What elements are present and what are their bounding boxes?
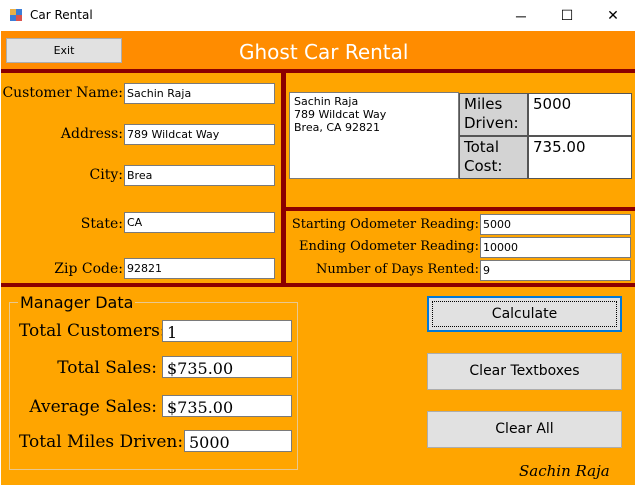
- miles-driven-label: Miles Driven:: [459, 93, 528, 136]
- total-cost-label: Total Cost:: [459, 136, 528, 179]
- total-sales-label: Total Sales:: [57, 358, 157, 378]
- clear-textboxes-button[interactable]: Clear Textboxes: [427, 353, 622, 390]
- customer-name-label: Customer Name:: [2, 85, 123, 101]
- address-label: Address:: [60, 126, 123, 142]
- calculate-button[interactable]: Calculate: [427, 296, 622, 332]
- clear-all-button[interactable]: Clear All: [427, 411, 622, 448]
- total-cost-value: 735.00: [528, 136, 632, 179]
- car-rental-window: Car Rental ─ ☐ ✕ Exit Ghost Car Rental C…: [0, 0, 636, 486]
- address-line: 789 Wildcat Way: [294, 108, 387, 121]
- signature-label: Sachin Raja: [519, 462, 610, 480]
- total-sales-field: $735.00: [162, 356, 292, 378]
- form-client-area: Exit Ghost Car Rental Customer Name: Sac…: [1, 31, 635, 485]
- window-title: Car Rental: [30, 8, 93, 22]
- exit-button[interactable]: Exit: [6, 38, 122, 63]
- address-field[interactable]: 789 Wildcat Way: [124, 124, 275, 145]
- app-icon: [10, 9, 22, 21]
- state-label: State:: [80, 216, 123, 232]
- days-rented-field[interactable]: 9: [480, 260, 631, 281]
- total-miles-driven-label: Total Miles Driven:: [19, 432, 184, 452]
- ending-odometer-label: Ending Odometer Reading:: [298, 239, 479, 254]
- miles-driven-value: 5000: [528, 93, 632, 136]
- city-field[interactable]: Brea: [124, 165, 275, 186]
- divider-vertical: [281, 69, 286, 285]
- customer-name-field[interactable]: Sachin Raja: [124, 83, 275, 104]
- zip-code-label: Zip Code:: [54, 261, 123, 277]
- zip-code-field[interactable]: 92821: [124, 258, 275, 279]
- starting-odometer-field[interactable]: 5000: [480, 214, 631, 235]
- city-label: City:: [89, 167, 123, 183]
- divider-top: [1, 69, 635, 73]
- minimize-button[interactable]: ─: [498, 0, 544, 31]
- header-panel: Exit Ghost Car Rental: [1, 31, 635, 70]
- starting-odometer-label: Starting Odometer Reading:: [291, 217, 479, 232]
- days-rented-label: Number of Days Rented:: [315, 262, 479, 277]
- close-button[interactable]: ✕: [590, 0, 636, 31]
- average-sales-field: $735.00: [162, 395, 292, 417]
- customer-address-display: Sachin Raja 789 Wildcat Way Brea, CA 928…: [289, 92, 459, 179]
- state-field[interactable]: CA: [124, 212, 275, 233]
- address-line: Sachin Raja: [294, 95, 359, 108]
- average-sales-label: Average Sales:: [29, 397, 157, 417]
- manager-data-title: Manager Data: [18, 293, 136, 312]
- address-line: Brea, CA 92821: [294, 121, 381, 134]
- app-title: Ghost Car Rental: [239, 40, 409, 64]
- divider-bottom: [1, 283, 635, 287]
- total-miles-driven-field: 5000: [184, 430, 292, 452]
- divider-right-mid: [286, 207, 635, 211]
- ending-odometer-field[interactable]: 10000: [480, 237, 631, 258]
- calculate-label: Calculate: [491, 306, 558, 322]
- total-customers-label: Total Customers:: [19, 321, 166, 341]
- total-customers-field: 1: [162, 320, 292, 342]
- maximize-button[interactable]: ☐: [544, 0, 590, 31]
- title-bar[interactable]: Car Rental ─ ☐ ✕: [0, 0, 636, 31]
